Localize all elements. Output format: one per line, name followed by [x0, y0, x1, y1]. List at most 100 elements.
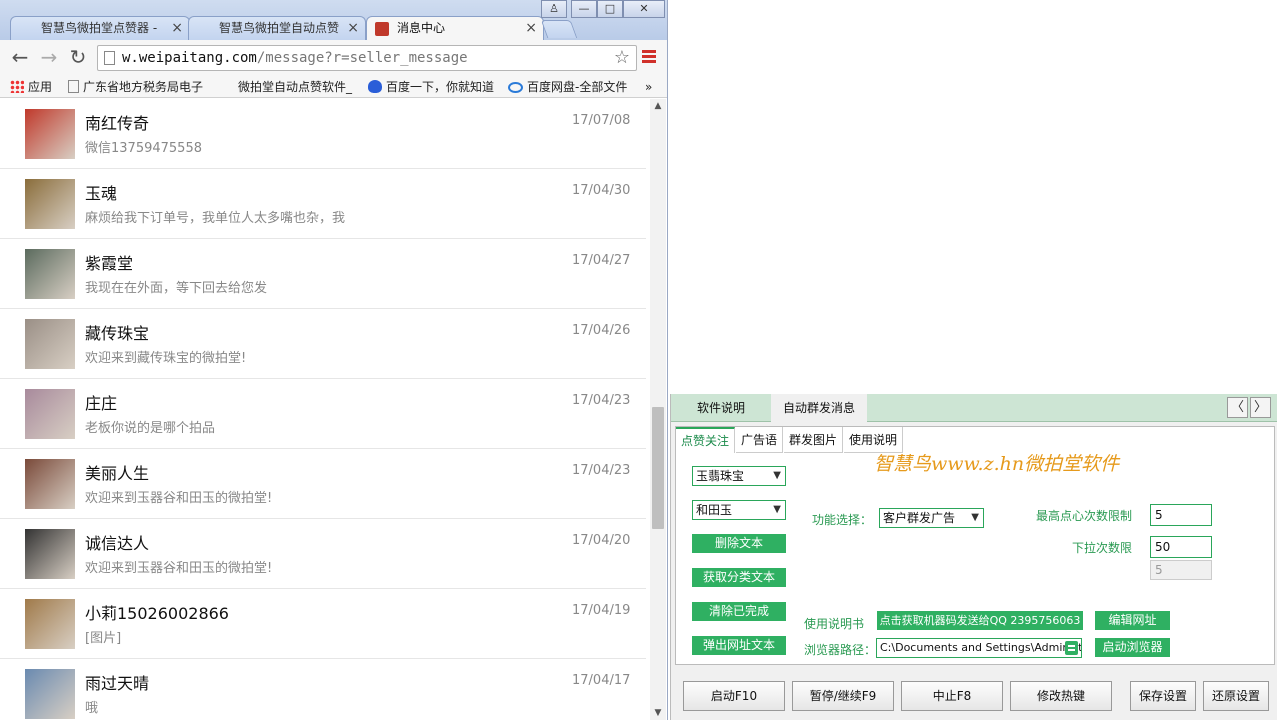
- list-item[interactable]: 雨过天晴 17/04/17 哦: [0, 659, 646, 720]
- url-host: w.weipaitang.com: [122, 50, 257, 66]
- tab-like-follow[interactable]: 点赞关注: [676, 427, 736, 453]
- avatar: [25, 669, 75, 719]
- reload-icon[interactable]: ↻: [66, 46, 90, 70]
- close-icon[interactable]: ×: [525, 17, 537, 40]
- tab-scroll-right-icon[interactable]: 〉: [1250, 397, 1271, 418]
- tab-auto-like[interactable]: 智慧鸟微拍堂自动点赞 ×: [188, 16, 366, 40]
- bookmark-baidu-pan[interactable]: 百度网盘-全部文件: [508, 77, 627, 97]
- message-preview: 欢迎来到藏传珠宝的微拍堂!: [85, 351, 247, 366]
- maximize-icon[interactable]: □: [597, 0, 623, 18]
- message-preview: 欢迎来到玉器谷和田玉的微拍堂!: [85, 561, 273, 576]
- function-select[interactable]: 客户群发广告 ▼: [879, 508, 984, 528]
- message-preview: 微信13759475558: [85, 141, 202, 156]
- clear-completed-button[interactable]: 清除已完成: [692, 602, 786, 621]
- bookmark-apps[interactable]: 应用: [10, 77, 52, 97]
- vertical-scrollbar[interactable]: ▲ ▼: [650, 99, 666, 720]
- popup-url-text-button[interactable]: 弹出网址文本: [692, 636, 786, 655]
- bookmark-baidu[interactable]: 百度一下，你就知道: [368, 77, 494, 97]
- contact-name: 南红传奇: [85, 114, 150, 133]
- bookmark-weipaitang-tool[interactable]: 微拍堂自动点赞软件_: [238, 77, 352, 97]
- fetch-category-text-button[interactable]: 获取分类文本: [692, 568, 786, 587]
- close-icon[interactable]: ×: [171, 17, 183, 40]
- message-date: 17/04/23: [572, 463, 631, 478]
- pull-limit-label: 下拉次数限: [1072, 541, 1133, 555]
- minimize-icon[interactable]: —: [571, 0, 597, 18]
- bookmark-gd-tax[interactable]: 广东省地方税务局电子: [68, 77, 203, 97]
- bookmarks-more-icon[interactable]: »: [645, 77, 652, 97]
- top-tab-bar: 软件说明 自动群发消息 〈 〉: [671, 394, 1277, 422]
- message-list: 南红传奇 17/07/08 微信13759475558 玉魂 17/04/30 …: [0, 99, 650, 720]
- browse-file-icon[interactable]: [1065, 641, 1078, 655]
- close-icon[interactable]: ×: [347, 17, 359, 40]
- function-label: 功能选择：: [812, 513, 873, 527]
- edit-url-button[interactable]: 编辑网址: [1095, 611, 1170, 630]
- chevron-down-icon: ▼: [773, 470, 781, 481]
- list-item[interactable]: 南红传奇 17/07/08 微信13759475558: [0, 99, 646, 169]
- start-button[interactable]: 启动F10: [683, 681, 785, 711]
- back-icon[interactable]: ←: [8, 46, 32, 70]
- avatar: [25, 529, 75, 579]
- avatar: [25, 179, 75, 229]
- get-machine-code-button[interactable]: 点击获取机器码发送给QQ 2395756063: [877, 611, 1083, 630]
- stop-button[interactable]: 中止F8: [901, 681, 1003, 711]
- contact-name: 紫霞堂: [85, 254, 134, 273]
- message-date: 17/04/27: [572, 253, 631, 268]
- tab-auto-broadcast[interactable]: 自动群发消息: [771, 394, 868, 422]
- browser-toolbar: ← → ↻ w.weipaitang.com/message?r=seller_…: [0, 40, 667, 76]
- weipaitang-favicon-icon: [375, 22, 389, 36]
- list-item[interactable]: 紫霞堂 17/04/27 我现在在外面，等下回去给您发: [0, 239, 646, 309]
- save-settings-button[interactable]: 保存设置: [1130, 681, 1196, 711]
- category-select-2[interactable]: 和田玉 ▼: [692, 500, 786, 520]
- window-close-icon[interactable]: ✕: [623, 0, 665, 18]
- list-item[interactable]: 玉魂 17/04/30 麻烦给我下订单号，我单位人太多嘴也杂，我: [0, 169, 646, 239]
- message-preview: [图片]: [85, 631, 122, 646]
- scroll-up-icon[interactable]: ▲: [650, 99, 666, 113]
- message-date: 17/04/17: [572, 673, 631, 688]
- scroll-down-icon[interactable]: ▼: [650, 706, 666, 720]
- message-date: 17/07/08: [572, 113, 631, 128]
- bookmark-star-icon[interactable]: ☆: [614, 46, 630, 70]
- pull-limit-input[interactable]: 50: [1150, 536, 1212, 558]
- delete-text-button[interactable]: 删除文本: [692, 534, 786, 553]
- message-date: 17/04/20: [572, 533, 631, 548]
- list-item[interactable]: 美丽人生 17/04/23 欢迎来到玉器谷和田玉的微拍堂!: [0, 449, 646, 519]
- forward-icon[interactable]: →: [37, 46, 61, 70]
- menu-icon[interactable]: [642, 50, 656, 64]
- contact-name: 雨过天晴: [85, 674, 150, 693]
- browser-path-input[interactable]: C:\Documents and Settings\Administrator: [876, 638, 1082, 658]
- list-item[interactable]: 诚信达人 17/04/20 欢迎来到玉器谷和田玉的微拍堂!: [0, 519, 646, 589]
- new-tab-button[interactable]: [540, 20, 578, 38]
- tab-scroll-left-icon[interactable]: 〈: [1227, 397, 1248, 418]
- max-likes-input[interactable]: 5: [1150, 504, 1212, 526]
- category-select-1[interactable]: 玉翡珠宝 ▼: [692, 466, 786, 486]
- tab-software-info[interactable]: 软件说明: [685, 394, 757, 422]
- tab-message-center[interactable]: 消息中心 ×: [366, 16, 544, 40]
- tab-title: 消息中心: [397, 21, 446, 35]
- tab-likes-tool[interactable]: 智慧鸟微拍堂点赞器 - ×: [10, 16, 190, 40]
- url-path: /message?r=seller_message: [256, 50, 468, 66]
- scroll-thumb[interactable]: [652, 407, 664, 529]
- list-item[interactable]: 藏传珠宝 17/04/26 欢迎来到藏传珠宝的微拍堂!: [0, 309, 646, 379]
- address-bar[interactable]: w.weipaitang.com/message?r=seller_messag…: [97, 45, 637, 71]
- user-icon[interactable]: ♙: [541, 0, 567, 18]
- tab-broadcast-images[interactable]: 群发图片: [784, 427, 844, 453]
- list-item[interactable]: 庄庄 17/04/23 老板你说的是哪个拍品: [0, 379, 646, 449]
- avatar: [25, 389, 75, 439]
- contact-name: 藏传珠宝: [85, 324, 150, 343]
- message-preview: 欢迎来到玉器谷和田玉的微拍堂!: [85, 491, 273, 506]
- pause-resume-button[interactable]: 暂停/继续F9: [792, 681, 894, 711]
- browser-window: 智慧鸟微拍堂点赞器 - × 智慧鸟微拍堂自动点赞 × 消息中心 × ♙ — □ …: [0, 0, 668, 720]
- apps-icon: [10, 80, 24, 93]
- tab-ad-text[interactable]: 广告语: [736, 427, 784, 453]
- message-date: 17/04/30: [572, 183, 631, 198]
- avatar: [25, 319, 75, 369]
- launch-browser-button[interactable]: 启动浏览器: [1095, 638, 1170, 657]
- browser-path-label: 浏览器路径：: [804, 643, 877, 657]
- avatar: [25, 459, 75, 509]
- list-item[interactable]: 小莉15026002866 17/04/19 [图片]: [0, 589, 646, 659]
- restore-settings-button[interactable]: 还原设置: [1203, 681, 1269, 711]
- chevron-down-icon: ▼: [773, 504, 781, 515]
- message-date: 17/04/26: [572, 323, 631, 338]
- message-preview: 老板你说的是哪个拍品: [85, 421, 216, 436]
- edit-hotkeys-button[interactable]: 修改热键: [1010, 681, 1112, 711]
